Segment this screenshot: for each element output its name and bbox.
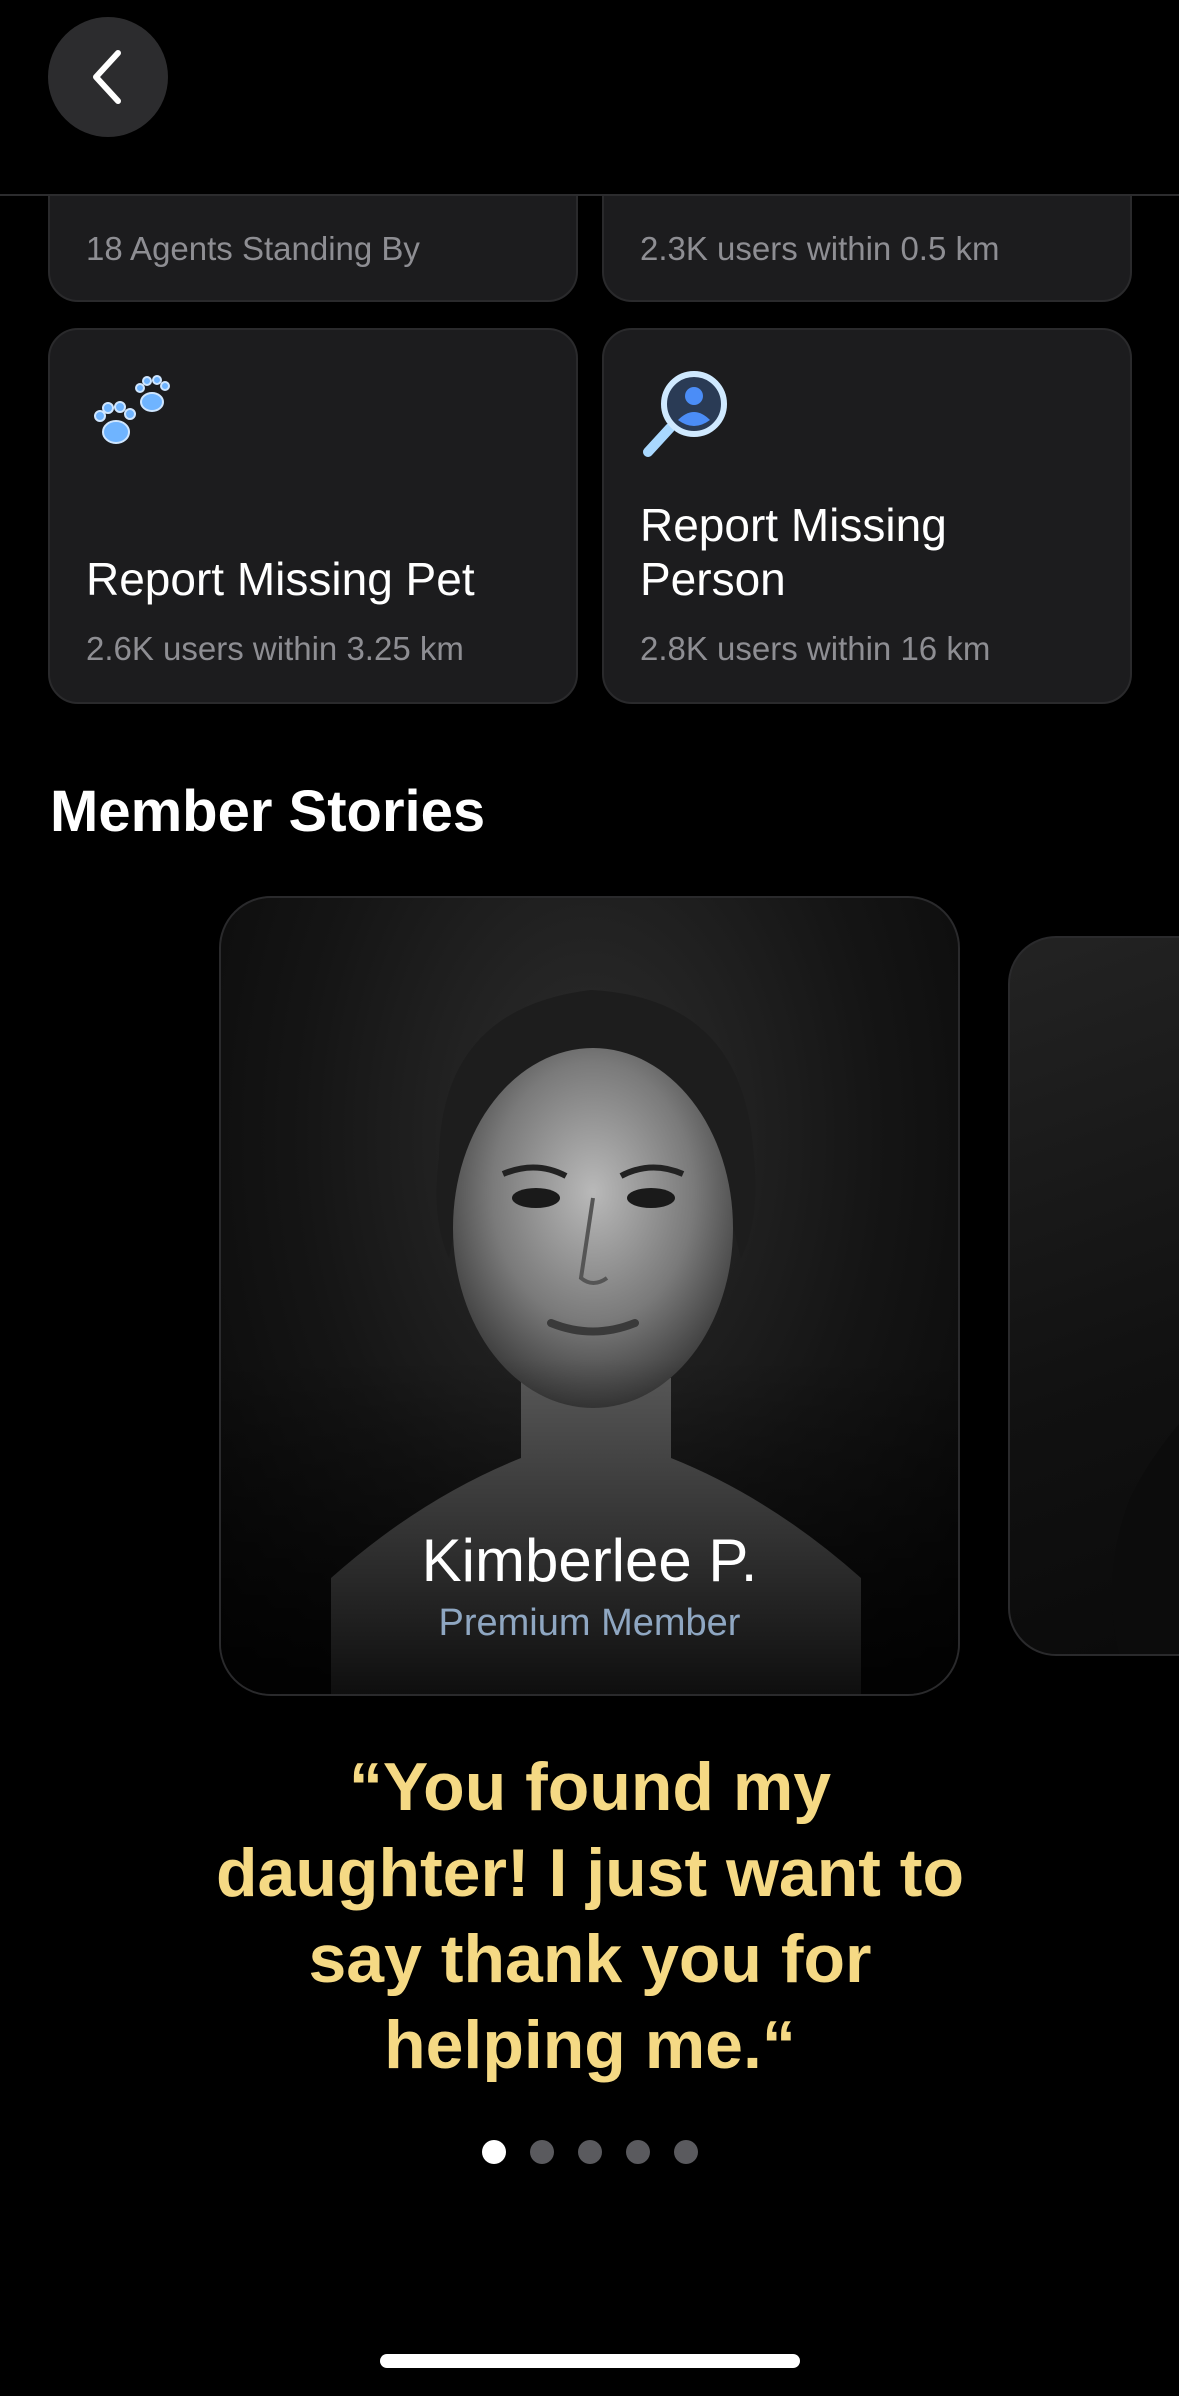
card-subtitle: 2.6K users within 3.25 km xyxy=(86,630,464,667)
pagination-dot[interactable] xyxy=(481,2140,506,2164)
magnifier-person-icon xyxy=(643,371,727,457)
story-member-role: Premium Member xyxy=(438,1602,741,1644)
paw-icon xyxy=(94,375,170,444)
home-indicator[interactable] xyxy=(380,2354,800,2368)
story-quote: “You found my daughter! I just want to s… xyxy=(216,1749,964,2083)
chevron-left-icon xyxy=(93,50,121,104)
card-subtitle: 2.8K users within 16 km xyxy=(640,630,991,667)
card-subtitle: 2.3K users within 0.5 km xyxy=(640,230,1000,267)
card-title: Report Missing Pet xyxy=(86,553,475,605)
card-subtitle: 18 Agents Standing By xyxy=(86,230,420,267)
portrait-image xyxy=(1112,1424,1179,1654)
screen: 18 Agents Standing By 2.3K users within … xyxy=(0,0,1179,2396)
report-missing-pet-card[interactable]: Report Missing Pet 2.6K users within 3.2… xyxy=(48,328,578,704)
back-button[interactable] xyxy=(48,17,168,137)
section-title: Member Stories xyxy=(50,779,486,844)
card-title: Report Missing Person xyxy=(640,499,947,605)
report-missing-person-card[interactable]: Report Missing Person 2.8K users within … xyxy=(602,328,1132,704)
pagination-dot[interactable] xyxy=(625,2140,650,2164)
story-card[interactable]: Kimberlee P. Premium Member xyxy=(219,896,960,1696)
pagination-dot[interactable] xyxy=(673,2140,698,2164)
story-member-name: Kimberlee P. xyxy=(421,1527,758,1594)
pagination-dot[interactable] xyxy=(577,2140,602,2164)
header-bar xyxy=(0,0,1179,196)
pagination-dots xyxy=(0,2140,1179,2164)
pagination-dot[interactable] xyxy=(529,2140,554,2164)
story-card-next[interactable] xyxy=(1008,936,1179,1656)
